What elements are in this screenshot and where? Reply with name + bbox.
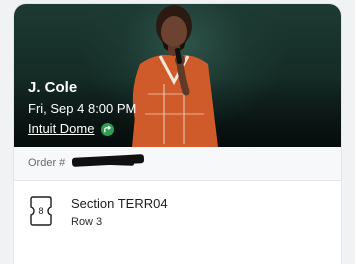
event-info: J. Cole Fri, Sep 4 8:00 PM Intuit Dome — [28, 79, 136, 138]
ticket-section: Section TERR04 — [71, 196, 168, 211]
ticket-icon: 8 — [30, 196, 52, 231]
event-hero-image: J. Cole Fri, Sep 4 8:00 PM Intuit Dome — [14, 4, 341, 147]
venue-row[interactable]: Intuit Dome — [28, 120, 136, 138]
ticket-item[interactable]: 8 Section TERR04 Row 3 — [14, 181, 341, 251]
event-ticket-card: J. Cole Fri, Sep 4 8:00 PM Intuit Dome O… — [14, 4, 341, 264]
order-label: Order # — [28, 157, 66, 169]
ticket-row: Row 3 — [71, 216, 103, 228]
event-datetime: Fri, Sep 4 8:00 PM — [28, 101, 137, 116]
ticket-number: 8 — [38, 206, 44, 216]
venue-link[interactable]: Intuit Dome — [28, 121, 94, 137]
event-title: J. Cole — [28, 79, 78, 96]
order-number-row: Order # — [14, 147, 341, 181]
directions-arrow-icon[interactable] — [101, 122, 115, 136]
